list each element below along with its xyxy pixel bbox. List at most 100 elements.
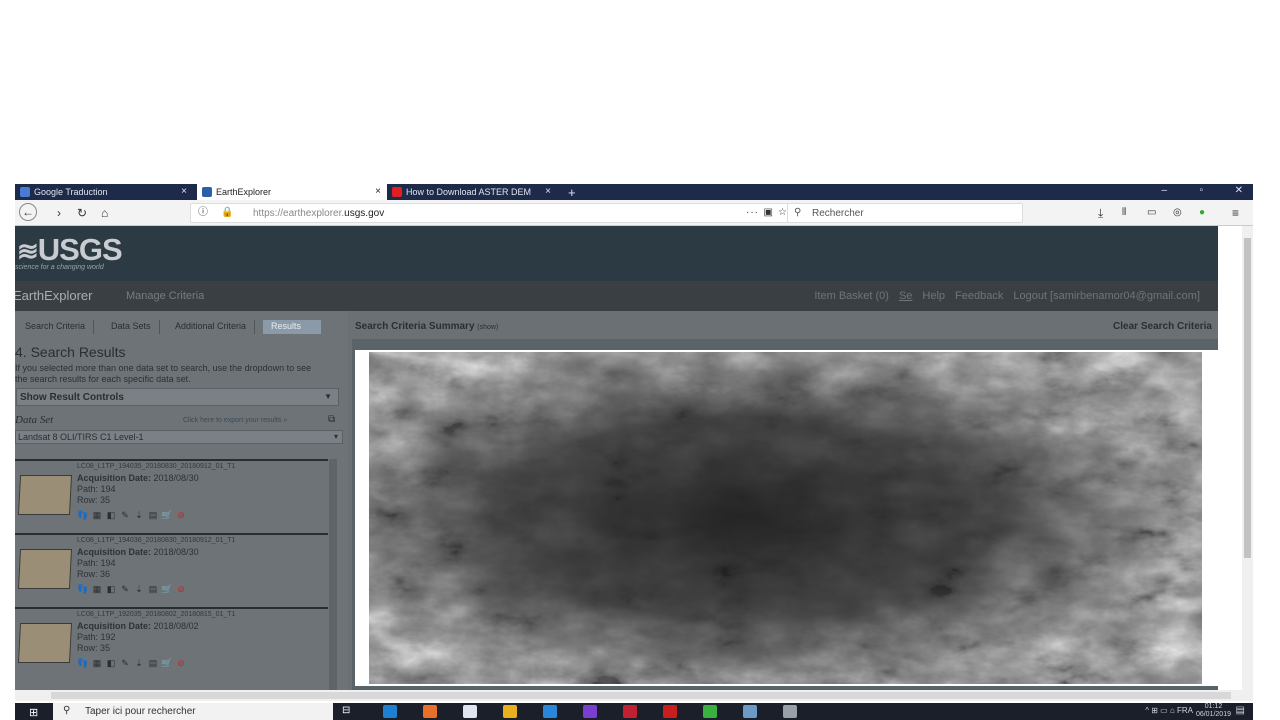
home-icon[interactable]: ⌂ — [101, 206, 108, 220]
logout-link[interactable]: Logout [samirbenamor04@gmail.com] — [1013, 290, 1200, 302]
overlay-icon[interactable]: ▦ — [91, 509, 103, 521]
reload-icon[interactable]: ↻ — [77, 206, 87, 220]
tab-data-sets[interactable]: Data Sets — [103, 320, 160, 334]
metadata-icon[interactable]: ✎ — [119, 509, 131, 521]
sidebar-icon[interactable]: ▭ — [1147, 206, 1156, 220]
close-tab-icon[interactable]: × — [545, 186, 551, 197]
dem-image-viewer[interactable] — [355, 350, 1219, 686]
close-window-icon[interactable]: ✕ — [1235, 185, 1243, 196]
footprint-icon[interactable]: 👣 — [77, 509, 89, 521]
download-icon[interactable]: ⇣ — [133, 583, 145, 595]
back-icon[interactable]: ← — [19, 203, 37, 221]
show-summary-link[interactable]: (show) — [477, 324, 498, 331]
menu-icon[interactable]: ≡ — [1232, 206, 1239, 220]
result-thumbnail[interactable] — [17, 549, 73, 589]
site-header: ≋USGS science for a changing world — [15, 226, 1218, 281]
external-link-icon[interactable]: ⧉ — [328, 414, 335, 425]
compare-icon[interactable]: ◧ — [105, 583, 117, 595]
acrobat-icon[interactable] — [663, 705, 677, 718]
mask-icon[interactable]: ◎ — [1173, 206, 1182, 220]
compare-icon[interactable]: ◧ — [105, 509, 117, 521]
feedback-link[interactable]: Feedback — [955, 290, 1003, 302]
pocket-icon[interactable]: ▣ — [764, 206, 773, 220]
taskbar-clock[interactable]: 01:12 06/01/2019 — [1196, 703, 1231, 719]
footprint-icon[interactable]: 👣 — [77, 657, 89, 669]
mail-icon[interactable] — [543, 705, 557, 718]
info-icon[interactable]: ⓘ — [198, 206, 208, 220]
result-item[interactable]: LC08_L1TP_194035_20180830_20180912_01_T1… — [15, 459, 328, 533]
export-results-link[interactable]: Click here to export your results » — [183, 417, 287, 424]
tab-search-criteria[interactable]: Search Criteria — [17, 320, 95, 334]
search-criteria-summary[interactable]: Search Criteria Summary (show) — [355, 321, 498, 332]
cart-icon[interactable]: 🛒 — [161, 509, 173, 521]
se-link[interactable]: Se — [899, 290, 912, 302]
taskbar-search-input[interactable]: ⚲ Taper ici pour rechercher — [53, 703, 333, 720]
close-tab-icon[interactable]: × — [375, 186, 381, 197]
metadata-icon[interactable]: ✎ — [119, 657, 131, 669]
exclude-icon[interactable]: ⊘ — [175, 509, 187, 521]
order-icon[interactable]: ▤ — [147, 657, 159, 669]
tab-additional-criteria[interactable]: Additional Criteria — [167, 320, 256, 334]
download-icon[interactable]: ⤓ — [1098, 206, 1103, 220]
overlay-icon[interactable]: ▦ — [91, 657, 103, 669]
exclude-icon[interactable]: ⊘ — [175, 583, 187, 595]
search-icon: ⚲ — [794, 207, 802, 218]
bookmark-star-icon[interactable]: ☆ — [778, 206, 787, 220]
tab-earthexplorer[interactable]: EarthExplorer × — [197, 184, 387, 200]
url-bar[interactable]: ⓘ 🔒 https://earthexplorer.usgs.gov ··· ▣… — [190, 203, 790, 223]
new-tab-button[interactable]: + — [563, 184, 583, 200]
system-tray[interactable]: ^ ⊞ ▭ ⌂ FRA — [1145, 706, 1193, 715]
visual-studio-icon[interactable] — [583, 705, 597, 718]
user-menu: Item Basket (0) Se Help Feedback Logout … — [814, 290, 1200, 302]
help-link[interactable]: Help — [922, 290, 945, 302]
tab-results[interactable]: Results — [263, 320, 321, 334]
exclude-icon[interactable]: ⊘ — [175, 657, 187, 669]
compare-icon[interactable]: ◧ — [105, 657, 117, 669]
app-icon[interactable] — [783, 705, 797, 718]
item-basket-link[interactable]: Item Basket (0) — [814, 290, 889, 302]
close-tab-icon[interactable]: × — [181, 186, 187, 197]
tab-youtube-aster[interactable]: How to Download ASTER DEM × — [387, 184, 557, 200]
edge-icon[interactable] — [383, 705, 397, 718]
clear-search-criteria-link[interactable]: Clear Search Criteria — [1113, 321, 1212, 332]
results-scrollbar[interactable] — [329, 459, 337, 690]
cart-icon[interactable]: 🛒 — [161, 583, 173, 595]
download-icon[interactable]: ⇣ — [133, 509, 145, 521]
notifications-icon[interactable]: ▤ — [1236, 705, 1245, 716]
file-explorer-icon[interactable] — [503, 705, 517, 718]
app-icon[interactable] — [623, 705, 637, 718]
library-icon[interactable]: ⫴ — [1122, 206, 1126, 220]
overlay-icon[interactable]: ▦ — [91, 583, 103, 595]
windows-start-icon[interactable]: ⊞ — [29, 706, 38, 719]
metadata-icon[interactable]: ✎ — [119, 583, 131, 595]
result-thumbnail[interactable] — [17, 623, 73, 663]
minimize-icon[interactable]: – — [1161, 185, 1167, 196]
page-actions-icon[interactable]: ··· — [746, 206, 759, 220]
download-icon[interactable]: ⇣ — [133, 657, 145, 669]
page-vertical-scrollbar[interactable] — [1242, 226, 1253, 690]
page-horizontal-scrollbar[interactable] — [15, 690, 1253, 701]
show-result-controls[interactable]: Show Result Controls ▼ — [16, 388, 339, 406]
footprint-icon[interactable]: 👣 — [77, 583, 89, 595]
app-title[interactable]: EarthExplorer — [15, 288, 92, 303]
maximize-icon[interactable]: ▫ — [1199, 185, 1203, 196]
forward-icon[interactable]: › — [57, 206, 61, 220]
tab-google-translate[interactable]: Google Traduction × — [15, 184, 193, 200]
result-thumbnail[interactable] — [17, 475, 73, 515]
order-icon[interactable]: ▤ — [147, 509, 159, 521]
language-indicator[interactable]: FRA — [1177, 706, 1193, 715]
data-set-select[interactable]: Landsat 8 OLI/TIRS C1 Level-1 ▾ — [15, 430, 343, 444]
usgs-logo[interactable]: ≋USGS — [17, 232, 123, 268]
cart-icon[interactable]: 🛒 — [161, 657, 173, 669]
result-item[interactable]: LC08_L1TP_194036_20180830_20180912_01_T1… — [15, 533, 328, 607]
manage-criteria-link[interactable]: Manage Criteria — [126, 290, 204, 302]
order-icon[interactable]: ▤ — [147, 583, 159, 595]
task-view-icon[interactable]: ⊟ — [342, 705, 356, 718]
browser-search-input[interactable]: ⚲ Rechercher — [787, 203, 1023, 223]
store-icon[interactable] — [463, 705, 477, 718]
extension-icon[interactable]: ● — [1199, 206, 1205, 220]
result-item[interactable]: LC08_L1TP_192035_20180802_20180815_01_T1… — [15, 607, 328, 681]
firefox-icon[interactable] — [423, 705, 437, 718]
qgis-icon[interactable] — [703, 705, 717, 718]
app-icon[interactable] — [743, 705, 757, 718]
